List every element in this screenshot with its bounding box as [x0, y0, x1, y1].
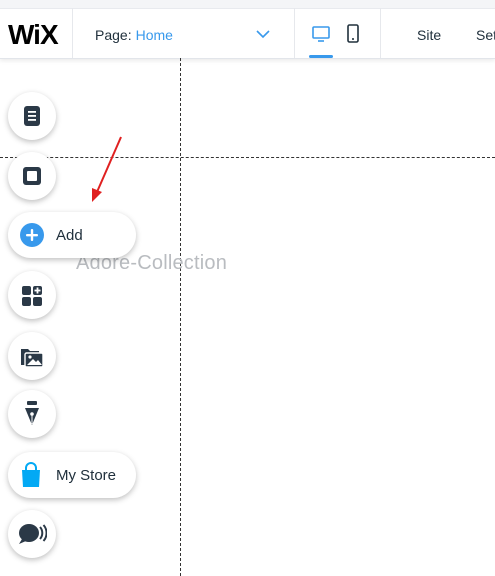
editor-top-bar: WiX Page: Home Site Set — [0, 0, 495, 59]
divider — [72, 8, 73, 58]
shopping-bag-icon — [22, 462, 40, 487]
vertical-guide-line — [180, 58, 181, 576]
chat-button[interactable] — [8, 510, 56, 558]
divider — [380, 8, 381, 58]
pen-nib-icon — [25, 401, 39, 425]
background-button[interactable] — [8, 152, 56, 200]
plus-circle-icon — [20, 223, 44, 247]
my-store-label: My Store — [56, 466, 117, 484]
chevron-down-icon[interactable] — [256, 29, 270, 39]
horizontal-guide-line — [0, 157, 495, 158]
square-icon — [23, 167, 41, 185]
chat-icon — [19, 524, 47, 544]
my-store-button[interactable]: My Store — [8, 452, 136, 498]
mobile-icon[interactable] — [341, 22, 365, 46]
menu-settings[interactable]: Set — [476, 27, 495, 43]
desktop-icon[interactable] — [309, 22, 333, 46]
add-button[interactable]: Add — [8, 212, 136, 258]
pages-icon — [24, 106, 40, 126]
blog-button[interactable] — [8, 390, 56, 438]
divider — [294, 8, 295, 58]
menus-pages-button[interactable] — [8, 92, 56, 140]
page-label: Page: — [95, 27, 132, 43]
browser-strip — [0, 0, 495, 9]
page-value: Home — [135, 27, 173, 43]
page-selector[interactable]: Page: Home — [95, 27, 173, 43]
add-label: Add — [56, 226, 83, 244]
apps-icon — [22, 286, 42, 306]
red-arrow-icon — [92, 136, 122, 202]
media-button[interactable] — [8, 332, 56, 380]
media-folder-icon — [21, 349, 44, 368]
app-market-button[interactable] — [8, 271, 56, 319]
active-device-indicator — [309, 55, 333, 58]
wix-logo[interactable]: WiX — [8, 20, 59, 50]
menu-site[interactable]: Site — [417, 27, 441, 43]
